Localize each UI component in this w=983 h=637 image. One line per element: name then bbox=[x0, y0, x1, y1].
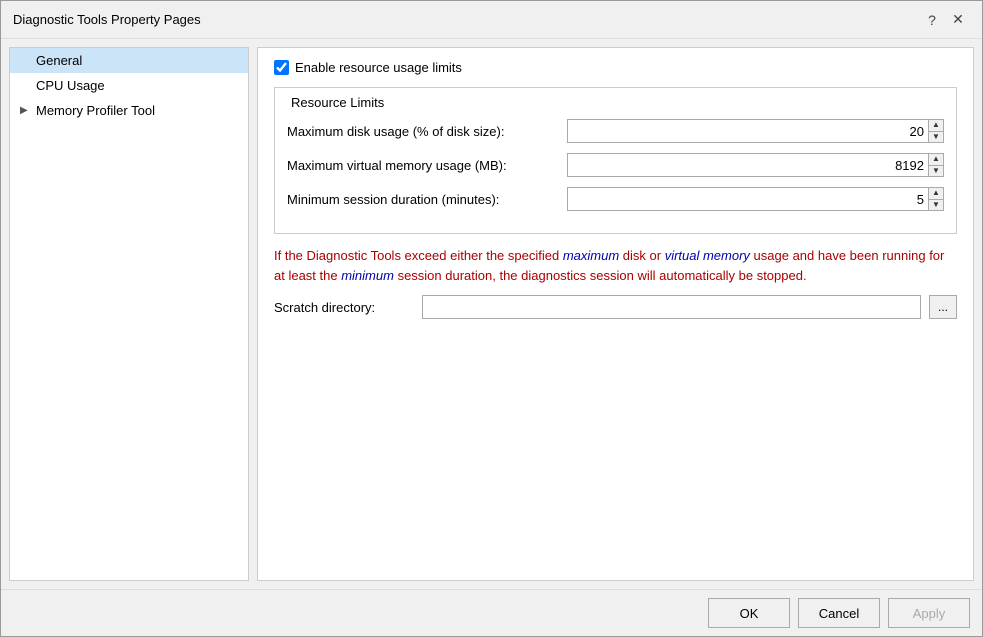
enable-checkbox-row: Enable resource usage limits bbox=[274, 60, 957, 75]
scratch-directory-input[interactable] bbox=[422, 295, 921, 319]
sidebar-label-general: General bbox=[36, 53, 82, 68]
content-area: Enable resource usage limits Resource Li… bbox=[257, 47, 974, 581]
max-disk-down-btn[interactable]: ▼ bbox=[929, 131, 943, 143]
dialog-footer: OK Cancel Apply bbox=[1, 589, 982, 636]
max-virtual-spinner: ▲ ▼ bbox=[567, 153, 944, 177]
info-text-virtual: virtual memory bbox=[665, 248, 750, 263]
max-disk-row: Maximum disk usage (% of disk size): ▲ ▼ bbox=[287, 119, 944, 143]
max-virtual-label: Maximum virtual memory usage (MB): bbox=[287, 158, 567, 173]
max-virtual-input[interactable] bbox=[567, 153, 928, 177]
min-session-up-btn[interactable]: ▲ bbox=[929, 188, 943, 199]
close-button[interactable]: ✕ bbox=[946, 8, 970, 32]
sidebar-item-general[interactable]: General bbox=[10, 48, 248, 73]
ok-button[interactable]: OK bbox=[708, 598, 790, 628]
max-disk-spinner: ▲ ▼ bbox=[567, 119, 944, 143]
enable-resource-limits-checkbox[interactable] bbox=[274, 60, 289, 75]
max-disk-input[interactable] bbox=[567, 119, 928, 143]
enable-resource-limits-label[interactable]: Enable resource usage limits bbox=[295, 60, 462, 75]
sidebar-label-memory: Memory Profiler Tool bbox=[36, 103, 155, 118]
max-disk-up-btn[interactable]: ▲ bbox=[929, 120, 943, 131]
resource-limits-legend: Resource Limits bbox=[287, 95, 944, 110]
scratch-directory-label: Scratch directory: bbox=[274, 300, 414, 315]
info-text: If the Diagnostic Tools exceed either th… bbox=[274, 246, 957, 285]
min-session-spinner: ▲ ▼ bbox=[567, 187, 944, 211]
help-button[interactable]: ? bbox=[920, 8, 944, 32]
max-virtual-spinner-btns: ▲ ▼ bbox=[928, 153, 944, 177]
scratch-directory-row: Scratch directory: ... bbox=[274, 295, 957, 319]
max-virtual-down-btn[interactable]: ▼ bbox=[929, 165, 943, 177]
dialog-body: General CPU Usage ▶ Memory Profiler Tool… bbox=[1, 39, 982, 589]
info-text-part2: disk or bbox=[619, 248, 665, 263]
apply-button[interactable]: Apply bbox=[888, 598, 970, 628]
info-text-part1: If the Diagnostic Tools exceed either th… bbox=[274, 248, 563, 263]
info-text-minimum: minimum bbox=[341, 268, 394, 283]
max-disk-label: Maximum disk usage (% of disk size): bbox=[287, 124, 567, 139]
dialog-title: Diagnostic Tools Property Pages bbox=[13, 12, 201, 27]
resource-limits-group: Resource Limits Maximum disk usage (% of… bbox=[274, 87, 957, 234]
browse-button[interactable]: ... bbox=[929, 295, 957, 319]
max-virtual-row: Maximum virtual memory usage (MB): ▲ ▼ bbox=[287, 153, 944, 177]
sidebar-item-cpu-usage[interactable]: CPU Usage bbox=[10, 73, 248, 98]
min-session-label: Minimum session duration (minutes): bbox=[287, 192, 567, 207]
sidebar: General CPU Usage ▶ Memory Profiler Tool bbox=[9, 47, 249, 581]
min-session-row: Minimum session duration (minutes): ▲ ▼ bbox=[287, 187, 944, 211]
min-session-spinner-btns: ▲ ▼ bbox=[928, 187, 944, 211]
content-panel: Enable resource usage limits Resource Li… bbox=[257, 47, 974, 581]
info-text-part4: session duration, the diagnostics sessio… bbox=[394, 268, 807, 283]
title-bar-buttons: ? ✕ bbox=[920, 8, 970, 32]
dialog-window: Diagnostic Tools Property Pages ? ✕ Gene… bbox=[0, 0, 983, 637]
sidebar-label-cpu: CPU Usage bbox=[36, 78, 105, 93]
min-session-down-btn[interactable]: ▼ bbox=[929, 199, 943, 211]
info-text-maximum: maximum bbox=[563, 248, 619, 263]
expand-icon-memory: ▶ bbox=[20, 105, 32, 116]
sidebar-item-memory-profiler[interactable]: ▶ Memory Profiler Tool bbox=[10, 98, 248, 123]
cancel-button[interactable]: Cancel bbox=[798, 598, 880, 628]
max-virtual-up-btn[interactable]: ▲ bbox=[929, 154, 943, 165]
title-bar: Diagnostic Tools Property Pages ? ✕ bbox=[1, 1, 982, 39]
max-disk-spinner-btns: ▲ ▼ bbox=[928, 119, 944, 143]
min-session-input[interactable] bbox=[567, 187, 928, 211]
